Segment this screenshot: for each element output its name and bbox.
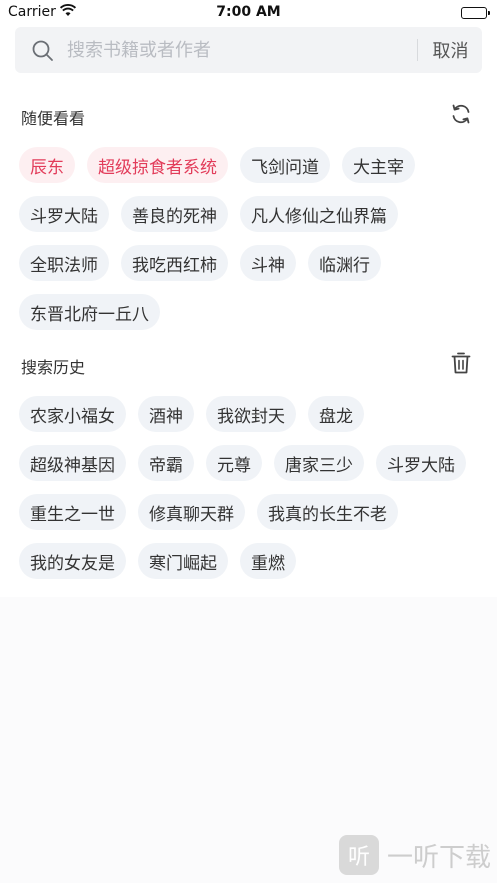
search-page: Carrier 7:00 AM 取消 随便看看: [0, 0, 497, 883]
history-tag[interactable]: 斗罗大陆: [376, 445, 466, 481]
history-tag[interactable]: 寒门崛起: [138, 543, 228, 579]
search-bar: 取消: [15, 27, 482, 73]
history-tag[interactable]: 酒神: [138, 396, 194, 432]
status-bar: Carrier 7:00 AM: [0, 0, 497, 26]
history-section-header: 搜索历史: [0, 350, 497, 380]
history-tag[interactable]: 超级神基因: [19, 445, 126, 481]
random-tag[interactable]: 临渊行: [308, 245, 381, 281]
trash-icon[interactable]: [449, 351, 473, 375]
history-row-3: 重生之一世 修真聊天群 我真的长生不老: [19, 494, 398, 530]
random-tag[interactable]: 善良的死神: [121, 196, 228, 232]
random-tag[interactable]: 飞剑问道: [240, 147, 330, 183]
random-tag[interactable]: 我吃西红柿: [121, 245, 228, 281]
random-tag[interactable]: 东晋北府一丘八: [19, 294, 160, 330]
search-icon: [31, 39, 55, 63]
history-tag[interactable]: 重燃: [240, 543, 296, 579]
random-row-1: 辰东 超级掠食者系统 飞剑问道 大主宰: [19, 147, 415, 183]
watermark-text: 一听下载: [386, 842, 491, 873]
search-divider: [417, 39, 418, 61]
random-row-2: 斗罗大陆 善良的死神 凡人修仙之仙界篇: [19, 196, 398, 232]
watermark-logo: 听: [338, 835, 379, 875]
random-tag[interactable]: 全职法师: [19, 245, 109, 281]
history-tag[interactable]: 元尊: [206, 445, 262, 481]
battery-icon: [461, 7, 490, 19]
history-tag[interactable]: 帝霸: [138, 445, 194, 481]
random-tag[interactable]: 大主宰: [342, 147, 415, 183]
random-section-header: 随便看看: [0, 101, 497, 131]
search-input[interactable]: [67, 35, 407, 65]
random-tag[interactable]: 超级掠食者系统: [87, 147, 228, 183]
history-row-1: 农家小福女 酒神 我欲封天 盘龙: [19, 396, 364, 432]
random-tag[interactable]: 斗神: [240, 245, 296, 281]
random-tag[interactable]: 凡人修仙之仙界篇: [240, 196, 398, 232]
history-tag[interactable]: 我真的长生不老: [257, 494, 398, 530]
history-tag[interactable]: 唐家三少: [274, 445, 364, 481]
history-tag[interactable]: 我欲封天: [206, 396, 296, 432]
history-tag[interactable]: 农家小福女: [19, 396, 126, 432]
random-row-4: 东晋北府一丘八: [19, 294, 160, 330]
clock: 7:00 AM: [216, 4, 281, 20]
random-tag[interactable]: 辰东: [19, 147, 75, 183]
history-tag[interactable]: 我的女友是: [19, 543, 126, 579]
history-row-4: 我的女友是 寒门崛起 重燃: [19, 543, 296, 579]
history-row-2: 超级神基因 帝霸 元尊 唐家三少 斗罗大陆: [19, 445, 466, 481]
refresh-icon[interactable]: [449, 102, 473, 126]
history-tag[interactable]: 重生之一世: [19, 494, 126, 530]
cancel-button[interactable]: 取消: [419, 27, 482, 73]
watermark: 听 一听下载: [338, 835, 491, 875]
random-section-title: 随便看看: [21, 109, 86, 128]
random-row-3: 全职法师 我吃西红柿 斗神 临渊行: [19, 245, 381, 281]
history-section-title: 搜索历史: [21, 358, 86, 377]
history-tag[interactable]: 修真聊天群: [138, 494, 245, 530]
random-tag[interactable]: 斗罗大陆: [19, 196, 109, 232]
history-tag[interactable]: 盘龙: [308, 396, 364, 432]
